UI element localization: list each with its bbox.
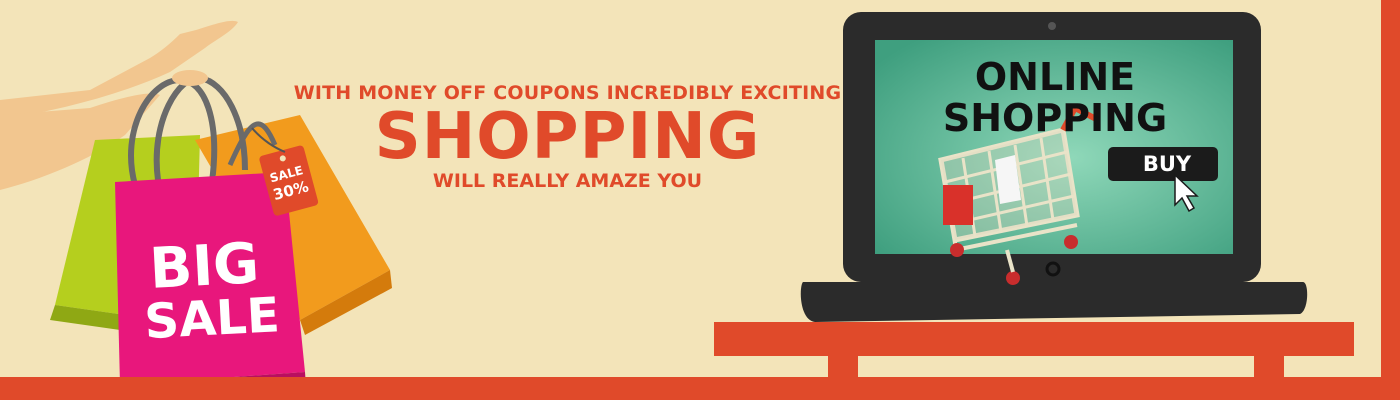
screen-title-line1: ONLINE <box>975 55 1135 99</box>
headline: WITH MONEY OFF COUPONS INCREDIBLY EXCITI… <box>290 82 845 192</box>
screen-title-line2: SHOPPING <box>943 96 1167 140</box>
floor-strip <box>0 377 1400 400</box>
headline-line3: WILL REALLY AMAZE YOU <box>432 170 703 192</box>
promo-banner: BIG SALE SALE 30% WITH MONEY OFF COUPONS… <box>0 0 1400 400</box>
bag-text: BIG SALE <box>143 231 281 350</box>
bag-text-sale: SALE <box>143 287 281 350</box>
right-border-strip <box>1381 0 1400 400</box>
laptop-text: ONLINE SHOPPING BUY <box>943 55 1192 176</box>
headline-main: SHOPPING <box>374 100 761 174</box>
buy-button-label[interactable]: BUY <box>1143 152 1192 176</box>
